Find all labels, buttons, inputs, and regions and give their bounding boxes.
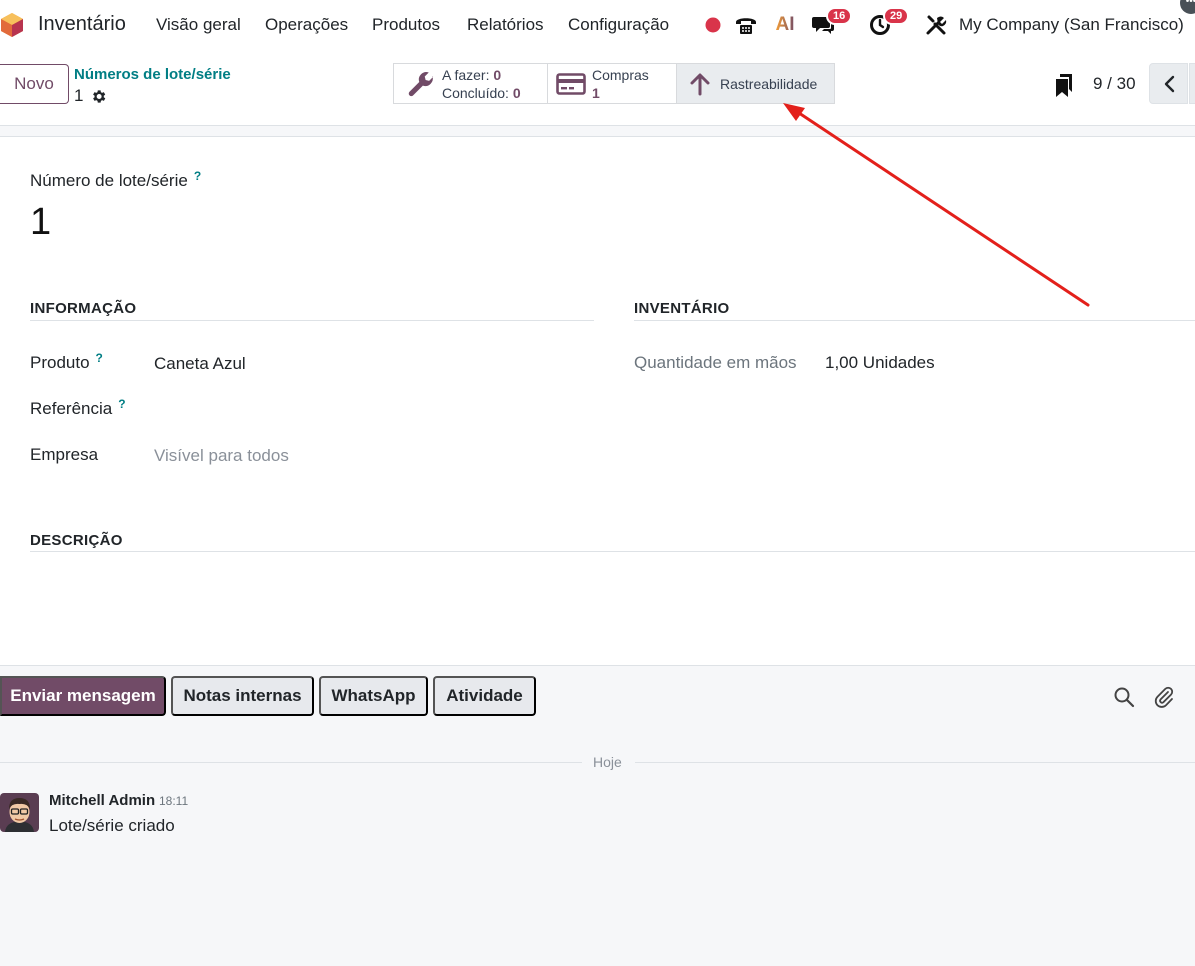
todo-value: 0 xyxy=(493,66,502,83)
phone-icon[interactable] xyxy=(733,12,759,38)
avatar[interactable] xyxy=(0,793,39,832)
sheet-background xyxy=(0,126,1195,136)
smart-button-traceability[interactable]: Rastreabilidade xyxy=(676,63,835,104)
company-label: Empresa xyxy=(30,445,99,464)
arrow-up-icon xyxy=(690,73,710,95)
date-separator-label: Hoje xyxy=(593,754,622,770)
chevron-left-icon xyxy=(1164,75,1174,92)
breadcrumb-current: 1 xyxy=(74,86,107,106)
section-info-title: INFORMAÇÃO xyxy=(30,300,137,317)
credit-card-icon xyxy=(556,72,586,95)
app-name[interactable]: Inventário xyxy=(38,13,126,36)
message-author[interactable]: Mitchell Admin xyxy=(49,792,155,809)
done-value: 0 xyxy=(512,84,521,101)
ai-icon[interactable]: AI xyxy=(772,12,798,38)
activity-button[interactable]: Atividade xyxy=(433,676,536,716)
product-help-icon[interactable]: ? xyxy=(96,351,103,365)
menu-produtos[interactable]: Produtos xyxy=(372,15,440,35)
section-inventory-rule xyxy=(634,320,1195,321)
pager-value[interactable]: 9 / 30 xyxy=(1093,74,1136,94)
lot-number-help-icon[interactable]: ? xyxy=(194,169,201,183)
reference-help-icon[interactable]: ? xyxy=(118,397,125,411)
menu-relatorios[interactable]: Relatórios xyxy=(467,15,544,35)
search-icon[interactable] xyxy=(1113,686,1135,708)
wrench-icon xyxy=(408,71,434,96)
purchases-label: Compras xyxy=(592,66,649,83)
smart-button-operations[interactable]: A fazer: 0 Concluído: 0 xyxy=(393,63,548,104)
gear-icon[interactable] xyxy=(90,88,107,105)
operations-counts: A fazer: 0 Concluído: 0 xyxy=(442,66,521,102)
purchases-value: 1 xyxy=(592,84,600,101)
done-label: Concluído: xyxy=(442,84,509,101)
section-description-title: DESCRIÇÃO xyxy=(30,532,123,549)
top-navbar: Inventário Visão geral Operações Produto… xyxy=(0,0,1195,50)
pager-previous-button[interactable] xyxy=(1149,63,1188,104)
breadcrumb-parent-link[interactable]: Números de lote/série xyxy=(74,66,231,83)
qty-on-hand-label: Quantidade em mãos xyxy=(634,353,797,372)
product-label-text: Produto xyxy=(30,353,90,372)
traceability-label: Rastreabilidade xyxy=(720,75,818,92)
message-body: Lote/série criado xyxy=(49,816,175,835)
record-status-icon[interactable] xyxy=(700,12,726,38)
internal-notes-button[interactable]: Notas internas xyxy=(171,676,314,716)
new-button[interactable]: Novo xyxy=(0,64,69,104)
smart-button-purchases[interactable]: Compras 1 xyxy=(547,63,677,104)
company-switcher[interactable]: My Company (San Francisco) xyxy=(959,15,1184,35)
section-description-rule xyxy=(30,551,1195,552)
qty-on-hand-value: 1,00 Unidades xyxy=(825,353,935,372)
menu-configuracao[interactable]: Configuração xyxy=(568,15,669,35)
todo-label: A fazer: xyxy=(442,66,490,83)
paperclip-icon[interactable] xyxy=(1153,686,1175,708)
reference-label-text: Referência xyxy=(30,399,113,418)
user-menu-icon[interactable]: ••• xyxy=(1180,0,1195,14)
breadcrumb-current-label: 1 xyxy=(74,86,84,105)
company-field[interactable]: Visível para todos xyxy=(154,446,289,466)
menu-operacoes[interactable]: Operações xyxy=(265,15,348,35)
message-time: 18:11 xyxy=(159,794,189,808)
reference-label: Referência? xyxy=(30,397,126,419)
date-separator-line-left xyxy=(0,762,582,763)
lot-number-label-text: Número de lote/série xyxy=(30,171,188,190)
activities-count-badge: 29 xyxy=(883,7,910,25)
reference-field[interactable] xyxy=(154,399,594,421)
purchases-counts: Compras 1 xyxy=(592,66,649,102)
send-message-button[interactable]: Enviar mensagem xyxy=(0,676,166,716)
date-separator-line-right xyxy=(635,762,1195,763)
product-label: Produto? xyxy=(30,351,103,373)
section-inventory-title: INVENTÁRIO xyxy=(634,300,730,317)
app-logo-icon[interactable] xyxy=(0,12,24,38)
user-avatar-icon xyxy=(0,793,39,832)
messages-count-badge: 16 xyxy=(826,7,853,25)
bookmark-icon[interactable] xyxy=(1054,74,1074,98)
pager-next-button[interactable] xyxy=(1189,63,1195,104)
menu-visao-geral[interactable]: Visão geral xyxy=(156,15,241,35)
tools-icon[interactable] xyxy=(923,12,949,38)
lot-number-label: Número de lote/série? xyxy=(30,169,201,191)
description-field[interactable] xyxy=(30,560,1190,650)
whatsapp-button[interactable]: WhatsApp xyxy=(319,676,428,716)
section-info-rule xyxy=(30,320,594,321)
product-field[interactable]: Caneta Azul xyxy=(154,354,246,374)
ai-label: AI xyxy=(775,14,795,35)
lot-number-value[interactable]: 1 xyxy=(30,201,51,244)
